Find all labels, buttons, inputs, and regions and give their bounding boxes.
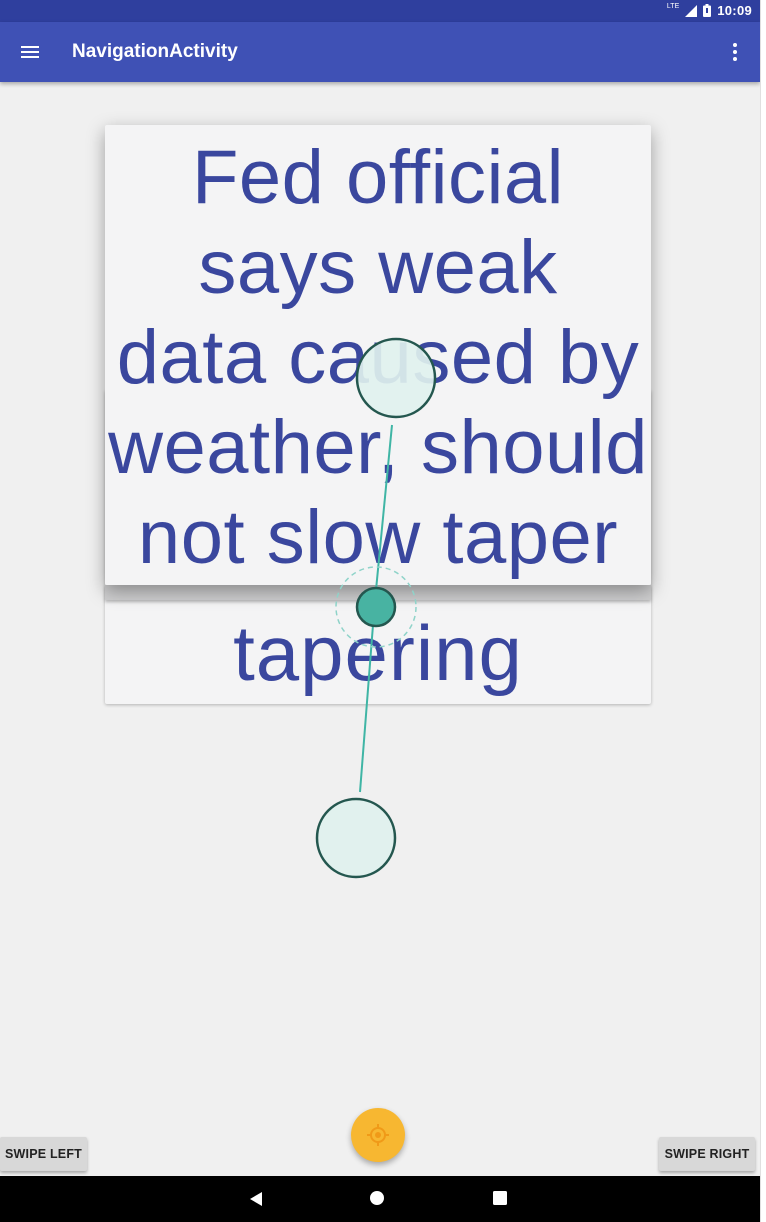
recents-square-icon[interactable] bbox=[493, 1191, 507, 1205]
touch-end-indicator bbox=[315, 797, 397, 879]
system-nav-bar bbox=[0, 1176, 760, 1222]
headline-line: not slow taper bbox=[137, 495, 619, 580]
battery-icon bbox=[703, 4, 712, 17]
signal-icon bbox=[685, 4, 698, 17]
clock: 10:09 bbox=[717, 3, 752, 18]
card-edge-shadow bbox=[105, 585, 651, 600]
headline-line: says weak bbox=[198, 225, 558, 310]
back-triangle-icon[interactable] bbox=[248, 1191, 264, 1207]
more-vert-icon[interactable] bbox=[732, 42, 738, 62]
front-card[interactable]: Fed official says weak data caused by we… bbox=[105, 125, 651, 585]
status-bar: LTE 10:09 bbox=[0, 0, 760, 22]
network-type: LTE bbox=[666, 3, 680, 10]
target-icon bbox=[367, 1124, 389, 1146]
hamburger-menu-icon[interactable] bbox=[20, 42, 40, 62]
swipe-left-button[interactable]: SWIPE LEFT bbox=[0, 1137, 87, 1171]
front-card-headline: Fed official says weak data caused by we… bbox=[105, 133, 651, 583]
headline-line: weather, should bbox=[108, 405, 648, 490]
headline-line: Fed official bbox=[191, 135, 565, 220]
app-toolbar: NavigationActivity bbox=[0, 22, 760, 82]
back-card-headline: tapering bbox=[233, 609, 523, 697]
app-screen: LTE 10:09 NavigationActivity tapering Fe… bbox=[0, 0, 760, 1222]
status-icons: LTE 10:09 bbox=[667, 3, 752, 18]
toolbar-title: NavigationActivity bbox=[72, 41, 238, 62]
swipe-right-button[interactable]: SWIPE RIGHT bbox=[659, 1137, 755, 1171]
home-circle-icon[interactable] bbox=[369, 1190, 385, 1206]
headline-line: data caused by bbox=[116, 315, 640, 400]
screen-edge bbox=[760, 0, 766, 1222]
fab-button[interactable] bbox=[351, 1108, 405, 1162]
